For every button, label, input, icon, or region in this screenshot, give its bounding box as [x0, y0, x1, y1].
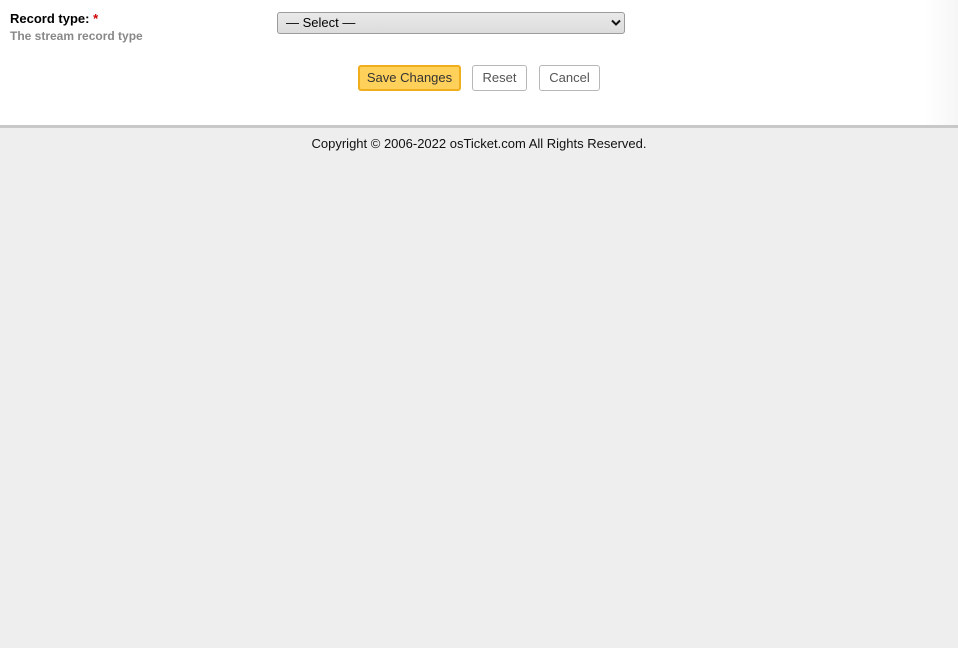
record-type-selected-value: — Select — — [286, 15, 356, 30]
save-changes-button[interactable]: Save Changes — [358, 65, 461, 91]
form-panel: Record type: * The stream record type — … — [0, 0, 958, 128]
record-type-label-text: Record type: — [10, 11, 90, 26]
record-type-hint: The stream record type — [10, 29, 143, 43]
record-type-label: Record type: * — [10, 11, 98, 26]
cancel-button[interactable]: Cancel — [539, 65, 600, 91]
record-type-select[interactable]: — Select — — [277, 12, 625, 34]
footer-copyright: Copyright © 2006-2022 osTicket.com All R… — [311, 136, 647, 151]
chevron-down-icon — [611, 19, 621, 26]
required-marker: * — [93, 11, 99, 26]
reset-button[interactable]: Reset — [472, 65, 527, 91]
